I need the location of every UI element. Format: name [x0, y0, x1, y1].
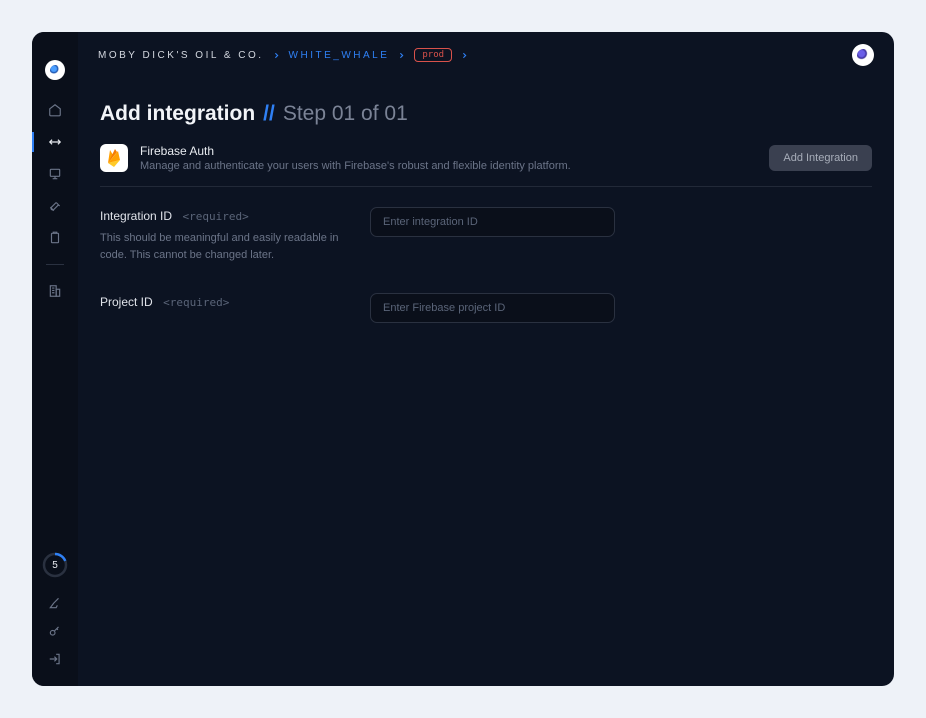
form-input-col: [370, 293, 615, 323]
env-badge[interactable]: prod: [414, 48, 452, 62]
nav-divider: [46, 264, 64, 265]
topbar: MOBY DICK'S OIL & CO. WHITE_WHALE prod: [78, 32, 894, 78]
nav-list: [32, 98, 78, 303]
app-logo-icon[interactable]: [45, 60, 65, 80]
integration-info: Firebase Auth Manage and authenticate yo…: [140, 144, 757, 172]
usage-badge[interactable]: 5: [42, 552, 68, 578]
firebase-icon: [100, 144, 128, 172]
required-tag: <required>: [183, 210, 249, 223]
form-row-integration-id: Integration ID <required> This should be…: [100, 207, 872, 263]
tools-icon: [48, 199, 62, 213]
nav-tools[interactable]: [32, 194, 78, 218]
nav-integrations[interactable]: [32, 130, 78, 154]
integration-name: Firebase Auth: [140, 144, 757, 158]
clipboard-icon: [48, 231, 62, 245]
nav-home[interactable]: [32, 98, 78, 122]
home-icon: [48, 103, 62, 117]
building-icon: [48, 284, 62, 298]
main-area: MOBY DICK'S OIL & CO. WHITE_WHALE prod A…: [78, 32, 894, 686]
chevron-right-icon: [272, 51, 281, 60]
exit-icon: [48, 652, 62, 666]
breadcrumb-org[interactable]: MOBY DICK'S OIL & CO.: [98, 50, 264, 61]
key-icon: [48, 624, 62, 638]
required-tag: <required>: [163, 296, 229, 309]
integration-desc: Manage and authenticate your users with …: [140, 160, 757, 172]
broom-icon: [48, 596, 62, 610]
page-title-main: Add integration: [100, 102, 255, 126]
nav-cleanup[interactable]: [48, 594, 62, 612]
form-label-col: Integration ID <required> This should be…: [100, 207, 340, 263]
integration-id-input[interactable]: [370, 207, 615, 237]
content: Add integration // Step 01 of 01 Firebas…: [78, 78, 894, 686]
form-input-col: [370, 207, 615, 263]
nav-logout[interactable]: [48, 650, 62, 668]
project-id-label: Project ID: [100, 295, 153, 309]
integration-id-label: Integration ID: [100, 209, 172, 223]
app-frame: 5 MOBY DICK'S OIL & CO. WHITE_WHALE: [32, 32, 894, 686]
sidebar-bottom: [48, 594, 62, 668]
integration-id-help: This should be meaningful and easily rea…: [100, 230, 340, 263]
switch-icon: [48, 135, 62, 149]
chevron-right-icon: [460, 51, 469, 60]
nav-organization[interactable]: [32, 279, 78, 303]
project-id-input[interactable]: [370, 293, 615, 323]
usage-badge-value: 5: [52, 560, 58, 571]
page-title: Add integration // Step 01 of 01: [100, 102, 872, 126]
nav-api-keys[interactable]: [48, 622, 62, 640]
user-avatar[interactable]: [852, 44, 874, 66]
device-icon: [48, 167, 62, 181]
chevron-right-icon: [397, 51, 406, 60]
form-label-col: Project ID <required>: [100, 293, 340, 323]
page-title-step: Step 01 of 01: [283, 102, 408, 126]
sidebar: 5: [32, 32, 78, 686]
form-row-project-id: Project ID <required>: [100, 293, 872, 323]
breadcrumb-project[interactable]: WHITE_WHALE: [289, 50, 390, 61]
integration-header: Firebase Auth Manage and authenticate yo…: [100, 144, 872, 187]
breadcrumb: MOBY DICK'S OIL & CO. WHITE_WHALE prod: [98, 48, 852, 62]
nav-devices[interactable]: [32, 162, 78, 186]
add-integration-button[interactable]: Add Integration: [769, 145, 872, 171]
page-title-separator: //: [263, 102, 275, 126]
nav-clipboard[interactable]: [32, 226, 78, 250]
